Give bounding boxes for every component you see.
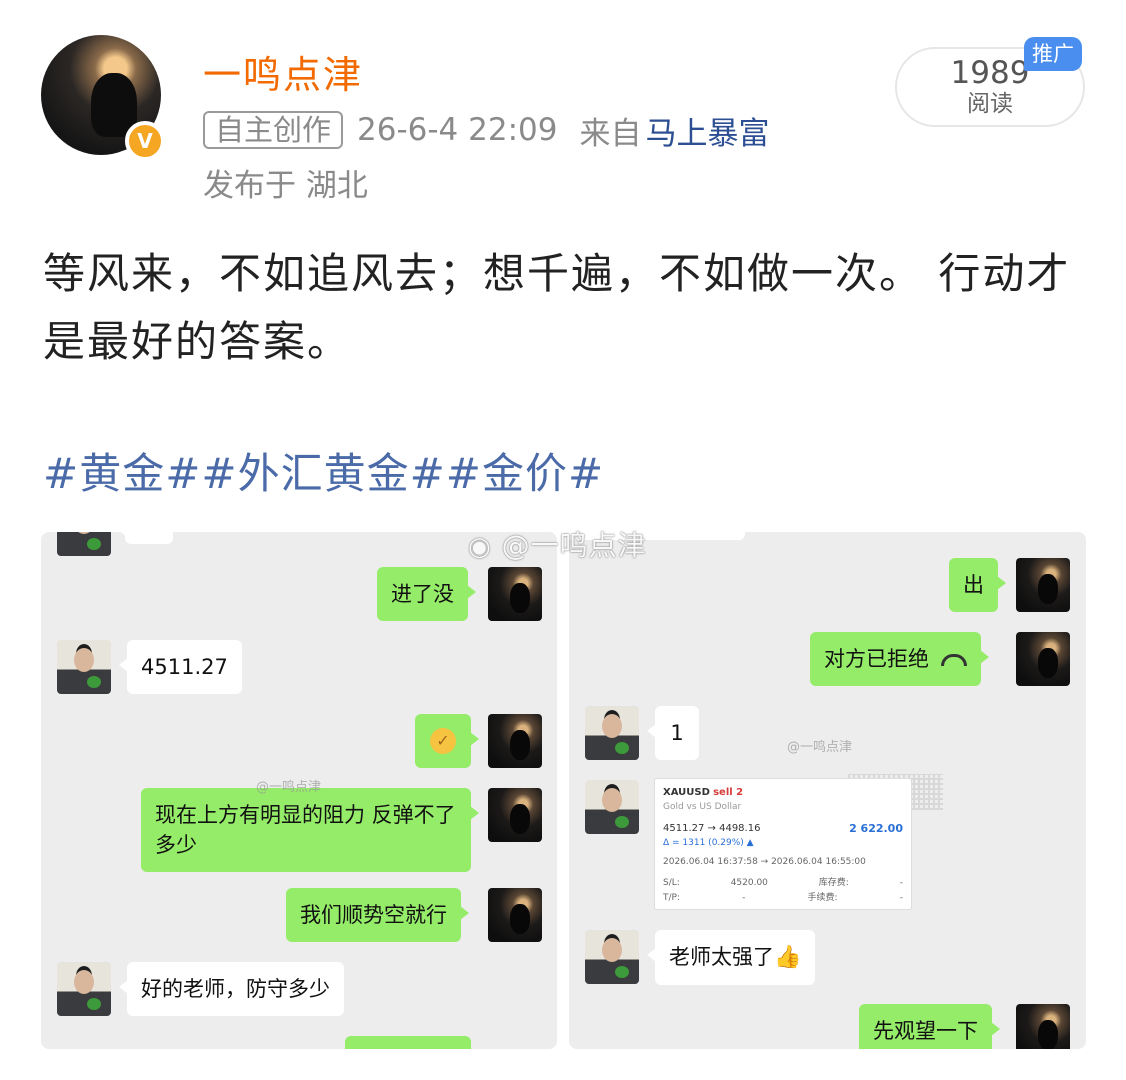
fee-label: 库存费:: [818, 878, 849, 888]
ok-hand-emoji-icon: ✓: [430, 728, 456, 754]
post-location: 发布于 湖北: [203, 168, 368, 204]
topic-tags[interactable]: #黄金##外汇黄金##金价#: [43, 440, 604, 501]
my-avatar: [488, 888, 542, 942]
trade-price-row: 4511.27 → 4498.16 2 622.00: [663, 821, 903, 836]
trade-side: sell 2: [713, 787, 744, 798]
chat-bubble-cut: [345, 1036, 471, 1049]
watermark-small: @一鸣点津: [787, 740, 853, 755]
verified-badge-icon: V: [125, 121, 165, 161]
trade-symbol: XAUUSD: [663, 787, 710, 798]
chat-bubble-sent: 对方已拒绝: [810, 632, 989, 686]
my-avatar: [488, 788, 542, 842]
username[interactable]: 一鸣点津: [203, 44, 363, 99]
promote-badge[interactable]: 推广: [1024, 37, 1082, 71]
my-avatar: [1016, 1004, 1070, 1049]
my-avatar: [1016, 558, 1070, 612]
tp-value: -: [742, 893, 746, 903]
chat-bubble-received: 4511.27: [119, 640, 242, 694]
chat-bubble-received: 1: [647, 706, 699, 760]
my-avatar: [488, 714, 542, 768]
read-label: 阅读: [967, 91, 1013, 117]
trade-desc-row: Gold vs US Dollar: [663, 800, 903, 815]
trade-dates: 2026.06.04 16:37:58 → 2026.06.04 16:55:0…: [663, 857, 866, 867]
teacher-avatar: [585, 780, 639, 834]
thumbs-up-emoji-icon: 👍: [774, 945, 802, 970]
chat-bubble-sent: 进了没: [377, 567, 476, 621]
commission-value: -: [899, 893, 903, 903]
trade-tp-row: T/P: - 手续费: -: [663, 891, 903, 906]
teacher-avatar: [585, 706, 639, 760]
trade-dates-row: 2026.06.04 16:37:58 → 2026.06.04 16:55:0…: [663, 855, 903, 870]
teacher-avatar: [57, 640, 111, 694]
trade-delta: Δ = 1311 (0.29%) ▲: [663, 838, 754, 848]
chat-bubble-sent: 出: [949, 558, 1006, 612]
trade-prices: 4511.27 → 4498.16: [663, 823, 761, 834]
chat-bubble-cut: [117, 532, 173, 544]
teacher-avatar: [585, 930, 639, 984]
trade-profit: 2 622.00: [849, 822, 903, 835]
chat-bubble-sent: ✓: [415, 714, 479, 768]
post-content: 等风来，不如追风去；想千遍，不如做一次。 行动才是最好的答案。: [43, 249, 1071, 366]
chat-screenshot-left[interactable]: 进了没 4511.27 ✓ 现在上方有明显的阻力 反弹不了多少 @一鸣点津 我们…: [41, 532, 557, 1049]
post-meta: 自主创作 26-6-4 22:09 来自 马上暴富: [203, 108, 769, 153]
hangup-phone-icon: [941, 654, 967, 666]
commission-label: 手续费:: [807, 893, 838, 903]
message-text: 老师太强了: [669, 945, 774, 969]
sl-value: 4520.00: [730, 878, 768, 888]
chat-bubble-received: 老师太强了👍: [646, 930, 816, 985]
read-count: 1989: [950, 55, 1030, 91]
post-datetime: 26-6-4 22:09: [357, 112, 558, 148]
weibo-watermark: ◉ @一鸣点津: [468, 524, 647, 564]
chat-bubble-received: 好的老师，防守多少: [119, 962, 344, 1016]
call-declined-text: 对方已拒绝: [824, 647, 929, 671]
tp-label: T/P:: [663, 893, 680, 903]
teacher-avatar: [57, 532, 111, 556]
chat-bubble-sent: 先观望一下: [859, 1004, 1000, 1049]
watermark-text: @一鸣点津: [501, 529, 647, 562]
watermark-small: @一鸣点津: [256, 780, 322, 795]
teacher-avatar: [57, 962, 111, 1016]
my-avatar: [1016, 632, 1070, 686]
weibo-logo-icon: ◉: [468, 532, 492, 562]
chat-bubble-sent: 我们顺势空就行: [286, 888, 469, 942]
trade-delta-row: Δ = 1311 (0.29%) ▲: [663, 836, 903, 851]
trade-header: XAUUSD sell 2: [663, 785, 903, 800]
source-link[interactable]: 马上暴富: [645, 108, 769, 153]
fee-value: -: [899, 878, 903, 888]
trade-record-card[interactable]: XAUUSD sell 2 Gold vs US Dollar 4511.27 …: [654, 778, 912, 910]
trade-sl-row: S/L: 4520.00 库存费: -: [663, 876, 903, 891]
my-avatar: [488, 567, 542, 621]
chat-bubble-sent: 现在上方有明显的阻力 反弹不了多少: [141, 788, 479, 872]
sl-label: S/L:: [663, 878, 680, 888]
original-tag: 自主创作: [203, 111, 344, 149]
source-prefix: 来自: [579, 115, 642, 152]
trade-desc: Gold vs US Dollar: [663, 802, 742, 812]
